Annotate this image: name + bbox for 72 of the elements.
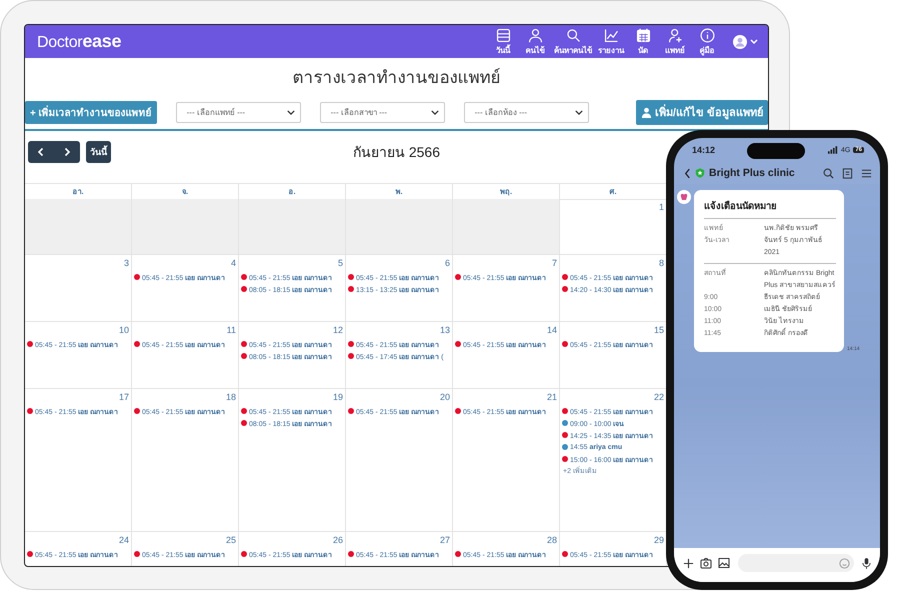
date-number: 5 bbox=[338, 257, 343, 269]
person-icon bbox=[640, 106, 652, 118]
message-title: แจ้งเตือนนัดหมาย bbox=[704, 198, 836, 219]
date-number: 12 bbox=[332, 324, 343, 336]
date-number: 1 bbox=[658, 201, 664, 213]
nav-item[interactable]: คู่มือ bbox=[694, 26, 720, 56]
month-title: กันยายน 2566 bbox=[352, 143, 440, 162]
message-input[interactable] bbox=[738, 554, 854, 572]
menu-icon[interactable] bbox=[861, 168, 872, 178]
person-add-icon bbox=[666, 26, 684, 44]
filter-select[interactable]: --- เลือกแพทย์ --- bbox=[176, 102, 301, 122]
table-icon bbox=[494, 26, 512, 44]
clinic-avatar-icon bbox=[677, 190, 691, 204]
date-number: 24 bbox=[118, 534, 129, 546]
plus-icon[interactable] bbox=[683, 558, 694, 568]
logo: Doctorease bbox=[37, 31, 122, 52]
date-number: 27 bbox=[440, 534, 450, 546]
verified-shield-icon bbox=[695, 168, 705, 178]
filter-select[interactable]: --- เลือกสาขา --- bbox=[320, 102, 445, 122]
nav-item[interactable]: วันนี้ bbox=[490, 26, 516, 56]
date-number: 13 bbox=[440, 324, 450, 336]
nav-item[interactable]: นัด bbox=[630, 26, 656, 56]
nav-item[interactable]: ค้นหาคนไข้ bbox=[554, 26, 592, 56]
account-menu[interactable] bbox=[732, 34, 760, 50]
back-icon[interactable] bbox=[684, 168, 691, 178]
chevron-down-icon bbox=[430, 110, 439, 114]
date-number: 25 bbox=[226, 534, 236, 546]
chevron-down-icon bbox=[286, 110, 295, 114]
signal-icon bbox=[828, 146, 838, 154]
date-number: 8 bbox=[658, 257, 664, 269]
date-number: 17 bbox=[118, 391, 129, 403]
date-number: 18 bbox=[226, 391, 236, 403]
date-number: 11 bbox=[226, 324, 236, 336]
person-icon bbox=[526, 26, 544, 44]
page-title: ตารางเวลาทำงานของแพทย์ bbox=[292, 67, 502, 89]
month-nav-buttons[interactable] bbox=[28, 141, 80, 163]
nav-item[interactable]: รายงาน bbox=[598, 26, 624, 56]
nav-item[interactable]: แพทย์ bbox=[662, 26, 688, 56]
filter-select[interactable]: --- เลือกห้อง --- bbox=[464, 102, 589, 122]
search-icon bbox=[564, 26, 582, 44]
notes-icon[interactable] bbox=[842, 168, 853, 178]
today-button[interactable]: วันนี้ bbox=[86, 141, 111, 163]
nav-item[interactable]: คนไข้ bbox=[522, 26, 548, 56]
camera-icon[interactable] bbox=[700, 557, 712, 569]
date-number: 22 bbox=[654, 391, 664, 403]
date-number: 21 bbox=[546, 391, 557, 403]
date-number: 3 bbox=[124, 257, 129, 269]
chevron-down-icon bbox=[574, 110, 583, 114]
date-number: 6 bbox=[444, 257, 450, 269]
chart-icon bbox=[602, 26, 620, 44]
dynamic-island bbox=[747, 143, 805, 159]
chat-title: Bright Plus clinic bbox=[709, 167, 795, 179]
search-icon[interactable] bbox=[823, 168, 834, 178]
date-number: 19 bbox=[332, 391, 343, 403]
date-number: 28 bbox=[546, 534, 557, 546]
status-time: 14:12 bbox=[692, 145, 716, 155]
date-number: 4 bbox=[230, 257, 236, 269]
microphone-icon[interactable] bbox=[862, 556, 871, 570]
add-schedule-button[interactable]: + เพิ่มเวลาทำงานของแพทย์ bbox=[25, 100, 157, 124]
info-icon bbox=[698, 26, 716, 44]
date-number: 20 bbox=[440, 391, 450, 403]
avatar-icon bbox=[732, 34, 760, 50]
date-number: 10 bbox=[118, 324, 129, 336]
image-icon[interactable] bbox=[718, 557, 730, 569]
date-number: 7 bbox=[552, 257, 557, 269]
date-number: 15 bbox=[654, 324, 664, 336]
edit-doctor-button[interactable]: เพิ่ม/แก้ไข ข้อมูลแพทย์ bbox=[636, 100, 768, 124]
date-number: 26 bbox=[332, 534, 343, 546]
date-number: 29 bbox=[654, 534, 664, 546]
chevron-right-icon[interactable] bbox=[62, 147, 72, 157]
date-number: 14 bbox=[546, 324, 557, 336]
chevron-left-icon[interactable] bbox=[36, 147, 46, 157]
